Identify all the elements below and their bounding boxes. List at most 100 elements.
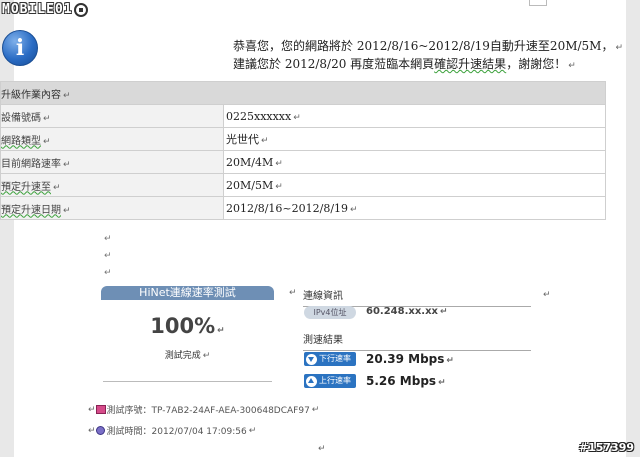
upload-value: 5.26 Mbps ↵ bbox=[366, 374, 446, 388]
table-row: 設備號碼 ↵ 0225xxxxxx ↵ bbox=[0, 104, 606, 128]
table-row: 預定升速日期 ↵ 2012/8/16~2012/8/19 ↵ bbox=[0, 196, 606, 220]
paragraph-mark: ↵ bbox=[88, 404, 96, 415]
image-id-label: #157399 bbox=[579, 441, 634, 454]
table-header-text: 升級作業內容 bbox=[1, 89, 61, 101]
paragraph-mark: ↵ bbox=[217, 326, 225, 336]
watermark-text: MOBILE01 bbox=[2, 2, 73, 17]
serial-text: 測試序號：TP-7AB2-24AF-AEA-300648DCAF97 bbox=[106, 406, 310, 416]
ipv4-label-text: IPv4位址 bbox=[313, 308, 347, 317]
status-text-value: 測試完成 bbox=[164, 351, 201, 361]
row-label: 預定升速至 ↵ bbox=[0, 173, 224, 197]
row-label-text: 預定升速至 bbox=[1, 181, 51, 193]
face-icon bbox=[73, 2, 88, 17]
paragraph-mark: ↵ bbox=[104, 268, 112, 278]
row-value-text: 光世代 bbox=[226, 133, 259, 146]
info-icon: i bbox=[2, 30, 38, 66]
download-value: 20.39 Mbps ↵ bbox=[366, 352, 454, 366]
row-label: 網路類型 ↵ bbox=[0, 127, 224, 151]
paragraph-mark: ↵ bbox=[63, 159, 71, 170]
paragraph-mark: ↵ bbox=[63, 205, 71, 216]
watermark: MOBILE01 bbox=[2, 2, 88, 17]
paragraph-mark: ↵ bbox=[293, 112, 301, 123]
row-label-text: 網路類型 bbox=[1, 135, 41, 147]
row-label: 目前網路速率 ↵ bbox=[0, 150, 224, 174]
row-value: 20M/5M ↵ bbox=[223, 173, 606, 197]
speedtest-result-panel: HiNet連線速率測試 100% ↵ 測試完成 ↵ bbox=[101, 286, 274, 382]
row-value: 0225xxxxxx ↵ bbox=[223, 104, 606, 128]
top-box bbox=[529, 0, 547, 6]
table-header-row: 升級作業內容 ↵ bbox=[0, 81, 606, 105]
row-value-text: 20M/5M bbox=[226, 178, 274, 192]
paragraph-mark: ↵ bbox=[446, 356, 454, 366]
paragraph-mark: ↵ bbox=[104, 234, 112, 244]
row-label-text: 目前網路速率 bbox=[1, 158, 61, 170]
table-row: 網路類型 ↵ 光世代 ↵ bbox=[0, 127, 606, 151]
speed-results-heading: 測速結果 bbox=[303, 335, 343, 346]
row-value-text: 20M/4M bbox=[226, 155, 274, 169]
divider bbox=[303, 350, 531, 351]
table-row: 預定升速至 ↵ 20M/5M ↵ bbox=[0, 173, 606, 197]
speedtest-title: HiNet連線速率測試 bbox=[101, 286, 274, 300]
notice-text-2c: ，謝謝您！ bbox=[506, 57, 567, 71]
paragraph-mark: ↵ bbox=[43, 136, 51, 147]
serial-line: ↵ 測試序號：TP-7AB2-24AF-AEA-300648DCAF97 ↵ bbox=[86, 403, 320, 417]
paragraph-mark: ↵ bbox=[289, 288, 297, 298]
paragraph-mark: ↵ bbox=[543, 290, 551, 300]
row-label: 預定升速日期 ↵ bbox=[0, 196, 224, 220]
paragraph-mark: ↵ bbox=[350, 204, 358, 215]
paragraph-mark: ↵ bbox=[53, 182, 61, 193]
paragraph-mark: ↵ bbox=[248, 425, 257, 436]
ipv4-label: IPv4位址 bbox=[304, 306, 356, 319]
time-text: 測試時間：2012/07/04 17:09:56 bbox=[106, 427, 247, 437]
divider bbox=[103, 381, 272, 382]
paragraph-mark: ↵ bbox=[202, 351, 211, 361]
notice-line-1: 恭喜您，您的網路將於 2012/8/16~2012/8/19自動升速至20M/5… bbox=[233, 37, 623, 54]
barcode-icon bbox=[95, 405, 106, 414]
arrow-up-icon bbox=[306, 375, 317, 387]
notice-text-2a: 建議您於 2012/8/20 再度蒞臨本網頁 bbox=[233, 57, 435, 71]
upload-value-text: 5.26 Mbps bbox=[366, 374, 437, 388]
paragraph-mark: ↵ bbox=[275, 181, 283, 192]
notice-text-2b: 確認升速結果 bbox=[434, 57, 507, 71]
arrow-down-icon bbox=[306, 353, 317, 365]
paragraph-mark: ↵ bbox=[438, 378, 446, 388]
progress-percent-text: 100% bbox=[150, 314, 216, 338]
row-value: 2012/8/16~2012/8/19 ↵ bbox=[223, 196, 606, 220]
left-margin bbox=[0, 0, 14, 457]
download-value-text: 20.39 Mbps bbox=[366, 352, 445, 366]
connection-info-section: 連線資訊 bbox=[303, 287, 531, 307]
paragraph-mark: ↵ bbox=[261, 136, 269, 146]
ipv4-value-text: 60.248.xx.xx bbox=[366, 306, 438, 317]
paragraph-mark: ↵ bbox=[63, 90, 71, 101]
paragraph-mark: ↵ bbox=[43, 113, 51, 124]
image-id-text: #157399 bbox=[578, 441, 634, 454]
speed-results-section: 測速結果 bbox=[303, 331, 531, 351]
row-label-text: 預定升速日期 bbox=[1, 204, 61, 216]
table-row: 目前網路速率 ↵ 20M/4M ↵ bbox=[0, 150, 606, 174]
paragraph-mark: ↵ bbox=[104, 251, 112, 261]
upgrade-table: 升級作業內容 ↵ 設備號碼 ↵ 0225xxxxxx ↵ 網路類型 ↵ 光世代 ↵ 目前網… bbox=[0, 81, 606, 220]
row-value-text: 0225xxxxxx bbox=[226, 109, 292, 123]
row-label-text: 設備號碼 bbox=[1, 112, 41, 124]
row-label: 設備號碼 ↵ bbox=[0, 104, 224, 128]
paragraph-mark: ↵ bbox=[275, 158, 283, 169]
connection-info-heading: 連線資訊 bbox=[303, 291, 343, 302]
paragraph-mark: ↵ bbox=[568, 61, 576, 71]
row-value-text: 2012/8/16~2012/8/19 bbox=[226, 201, 349, 215]
upload-badge: 上行速率 bbox=[304, 374, 356, 388]
paragraph-mark: ↵ bbox=[88, 425, 96, 436]
paragraph-mark: ↵ bbox=[440, 307, 448, 317]
progress-percent: 100% ↵ bbox=[101, 314, 274, 338]
ipv4-value: 60.248.xx.xx ↵ bbox=[366, 306, 448, 317]
status-text: 測試完成 ↵ bbox=[101, 348, 274, 361]
paragraph-mark: ↵ bbox=[311, 404, 320, 415]
time-line: ↵ 測試時間：2012/07/04 17:09:56 ↵ bbox=[86, 424, 257, 438]
notice-line-2: 建議您於 2012/8/20 再度蒞臨本網頁確認升速結果，謝謝您！ ↵ bbox=[233, 55, 576, 72]
upload-label: 上行速率 bbox=[319, 376, 351, 385]
clock-icon bbox=[95, 426, 105, 435]
download-badge: 下行速率 bbox=[304, 352, 356, 366]
row-value: 20M/4M ↵ bbox=[223, 150, 606, 174]
download-label: 下行速率 bbox=[319, 354, 351, 363]
right-margin bbox=[626, 0, 640, 457]
notice-text-1: 恭喜您，您的網路將於 2012/8/16~2012/8/19自動升速至20M/5… bbox=[233, 39, 614, 53]
